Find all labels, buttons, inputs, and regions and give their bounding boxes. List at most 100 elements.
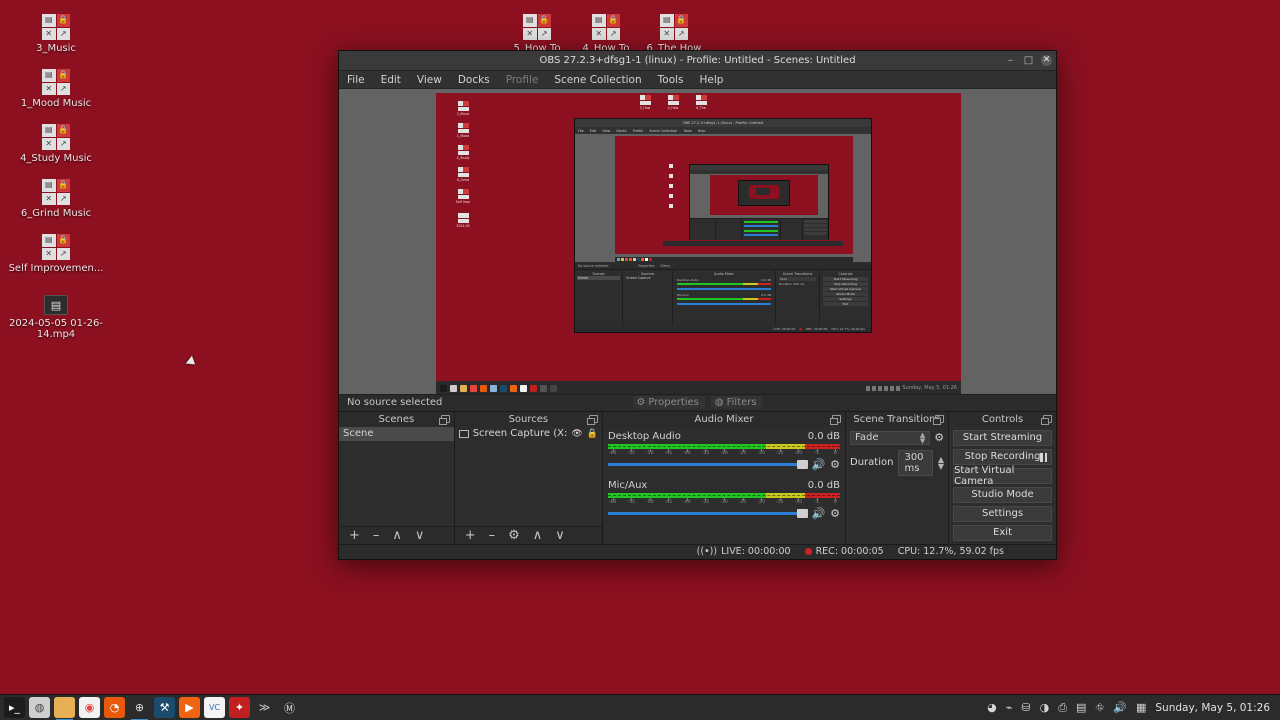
settings-button[interactable]: Settings — [953, 505, 1052, 522]
sources-list[interactable]: Screen Capture (X: 👁 🔒 — [454, 426, 602, 526]
add-scene-button[interactable]: + — [349, 528, 360, 543]
updates-icon[interactable]: ⛁ — [1021, 701, 1030, 714]
desktop-icon-6-the-how[interactable]: ▤ 🔒 ✕ ↗ 6_The How — [622, 14, 726, 54]
firefox-icon[interactable]: ◔ — [104, 697, 125, 718]
track-settings-icon[interactable]: ⚙ — [830, 458, 840, 471]
maximize-button[interactable]: □ — [1023, 55, 1034, 66]
start-virtual-camera-button[interactable]: Start Virtual Camera — [953, 465, 1052, 487]
menu-view[interactable]: View — [417, 74, 442, 86]
undock-icon[interactable] — [830, 415, 842, 426]
terminal-icon[interactable]: ▸_ — [4, 697, 25, 718]
volume-slider[interactable] — [607, 459, 809, 469]
track-name: Mic/Aux — [607, 479, 648, 491]
eye-icon[interactable]: 👁 — [571, 429, 582, 439]
menu-edit[interactable]: Edit — [381, 74, 401, 86]
bluetooth-icon[interactable]: ⌁ — [1006, 701, 1013, 714]
shield-icon[interactable]: ◑ — [1040, 701, 1050, 714]
display-capture-icon — [458, 429, 469, 438]
clipboard-icon[interactable]: ▤ — [1076, 701, 1086, 714]
menu-help[interactable]: Help — [700, 74, 724, 86]
undock-icon[interactable] — [933, 415, 945, 426]
pause-recording-icon[interactable] — [1039, 452, 1048, 462]
undock-icon[interactable] — [586, 415, 598, 426]
network-manager-icon[interactable]: ⛗ — [1095, 701, 1104, 715]
add-source-button[interactable]: + — [465, 528, 476, 543]
gimp-icon[interactable]: ✦ — [229, 697, 250, 718]
properties-button[interactable]: ⚙ Properties — [632, 396, 705, 410]
undock-icon[interactable] — [438, 415, 450, 426]
source-toolbar: No source selected ⚙ Properties ◍ Filter… — [339, 394, 1056, 411]
mixer-body: Desktop Audio 0.0 dB -60 -55 -50 -45 -40… — [602, 426, 846, 544]
menu-profile[interactable]: Profile — [506, 74, 539, 86]
preview-area[interactable]: 3_Music 1_Mood 4_Study 6_Grind Self Impr… — [339, 89, 1056, 395]
close-button[interactable]: ✕ — [1041, 55, 1052, 67]
desktop-icon-1-mood-music[interactable]: ▤ 🔒 ✕ ↗ 1_Mood Music — [4, 69, 108, 109]
desktop-icon-label: 2024-05-05 01-26-14.mp4 — [9, 318, 103, 340]
minimize-button[interactable]: – — [1005, 55, 1016, 66]
status-bar: ((•)) LIVE: 00:00:00 REC: 00:00:05 CPU: … — [339, 543, 1056, 559]
mute-icon[interactable]: 🔊 — [811, 458, 825, 471]
volume-slider[interactable] — [607, 508, 809, 518]
app-menu-icon[interactable]: ◍ — [29, 697, 50, 718]
clock[interactable]: Sunday, May 5, 01:26 — [1155, 702, 1270, 714]
move-scene-down-button[interactable]: ∨ — [415, 528, 425, 543]
source-list-item[interactable]: Screen Capture (X: 👁 🔒 — [455, 427, 602, 441]
start-streaming-button[interactable]: Start Streaming — [953, 429, 1052, 446]
scenes-footer: + – ∧ ∨ — [339, 525, 454, 544]
move-source-down-button[interactable]: ∨ — [555, 528, 565, 543]
desktop-icon-3-music[interactable]: ▤ 🔒 ✕ ↗ 3_Music — [4, 14, 108, 54]
media-player-icon[interactable]: ▶ — [179, 697, 200, 718]
desktop-icon-4-study-music[interactable]: ▤ 🔒 ✕ ↗ 4_Study Music — [4, 124, 108, 164]
desktop-icon-self-improvement[interactable]: ▤ 🔒 ✕ ↗ Self Improvemen... — [4, 234, 108, 274]
track-settings-icon[interactable]: ⚙ — [830, 507, 840, 520]
remove-scene-button[interactable]: – — [373, 528, 380, 543]
source-properties-button[interactable]: ⚙ — [508, 528, 520, 543]
shortcut-icon: ▤ 🔒 ✕ ↗ — [592, 14, 620, 40]
db-scale: -60 -55 -50 -45 -40 -35 -30 -25 -20 -15 … — [608, 497, 837, 505]
move-scene-up-button[interactable]: ∧ — [392, 528, 402, 543]
video-editor-icon[interactable]: ≫ — [254, 697, 275, 718]
live-time: LIVE: 00:00:00 — [721, 546, 791, 558]
duration-stepper[interactable]: ▲ ▼ — [938, 455, 944, 470]
desktop-icon-label: 3_Music — [36, 43, 76, 54]
duration-input[interactable]: 300 ms — [898, 449, 933, 476]
desktop-icon-recording-mp4[interactable]: ▤ 2024-05-05 01-26-14.mp4 — [4, 295, 108, 340]
transition-settings-icon[interactable]: ⚙ — [934, 431, 944, 444]
menu-docks[interactable]: Docks — [458, 74, 490, 86]
transition-select[interactable]: Fade ▲ ▼ — [850, 430, 931, 445]
studio-mode-button[interactable]: Studio Mode — [953, 486, 1052, 503]
menu-scene-collection[interactable]: Scene Collection — [554, 74, 641, 86]
steam-icon[interactable]: ⚒ — [154, 697, 175, 718]
move-source-up-button[interactable]: ∧ — [533, 528, 543, 543]
scenes-list[interactable]: Scene — [339, 426, 454, 526]
filters-button[interactable]: ◍ Filters — [710, 396, 763, 410]
volume-icon[interactable]: 🔊 — [1113, 701, 1127, 714]
sources-title: Sources — [508, 413, 549, 425]
mute-icon[interactable]: 🔊 — [811, 507, 825, 520]
no-source-label: No source selected — [347, 397, 443, 409]
browser-icon[interactable]: ⊕ — [129, 697, 150, 720]
scene-list-item[interactable]: Scene — [339, 426, 454, 441]
videoconverter-icon[interactable]: VC — [204, 697, 225, 718]
mixer-header: Audio Mixer — [602, 411, 846, 427]
lock-icon[interactable]: 🔒 — [587, 429, 598, 439]
sources-header: Sources — [454, 411, 602, 427]
file-manager-icon[interactable] — [54, 697, 75, 720]
stop-recording-button[interactable]: Stop Recording — [953, 448, 1052, 465]
duration-label: Duration — [850, 457, 894, 469]
mixer-track-mic-aux: Mic/Aux 0.0 dB -60 -55 -50 -45 -40 -35 -… — [603, 476, 845, 520]
track-db: 0.0 dB — [807, 430, 841, 442]
exit-button[interactable]: Exit — [953, 524, 1052, 541]
sources-dock: Sources Screen Capture (X: 👁 🔒 + – ⚙ ∧ ∨ — [454, 411, 603, 544]
desktop-icon-6-grind-music[interactable]: ▤ 🔒 ✕ ↗ 6_Grind Music — [4, 179, 108, 219]
printer-icon[interactable]: ⎙ — [1058, 701, 1067, 715]
user-icon[interactable]: ▦ — [1136, 701, 1146, 714]
properties-label: Properties — [648, 397, 699, 409]
mint-menu-icon[interactable]: Ⓜ — [279, 697, 300, 718]
menu-file[interactable]: File — [347, 74, 365, 86]
network-icon[interactable]: ◕ — [987, 701, 997, 714]
remove-source-button[interactable]: – — [489, 528, 496, 543]
menu-tools[interactable]: Tools — [658, 74, 684, 86]
undock-icon[interactable] — [1041, 415, 1052, 426]
chrome-icon[interactable]: ◉ — [79, 697, 100, 718]
